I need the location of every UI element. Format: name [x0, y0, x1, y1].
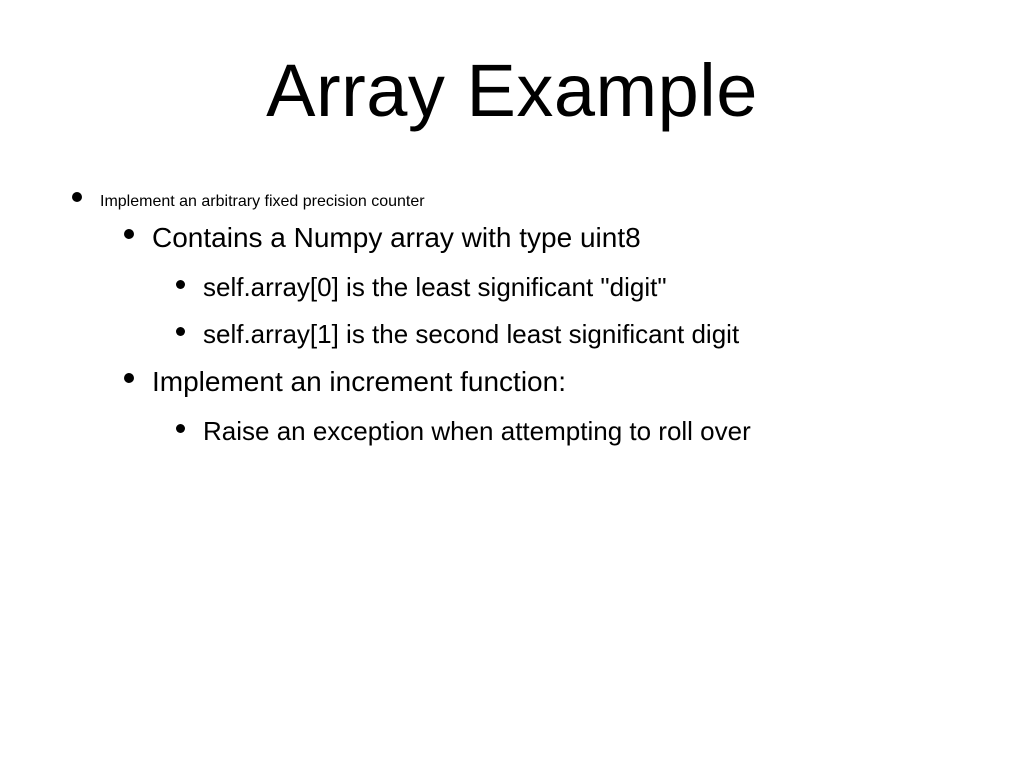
bullet-text: self.array[0] is the least significant "…	[203, 271, 667, 304]
bullet-text: Implement an increment function:	[152, 364, 566, 399]
bullet-icon	[176, 280, 185, 289]
bullet-list: Implement an arbitrary fixed precision c…	[72, 192, 964, 462]
slide: Array Example Implement an arbitrary fix…	[0, 0, 1024, 768]
bullet-icon	[124, 373, 134, 383]
slide-title: Array Example	[0, 48, 1024, 133]
bullet-icon	[124, 229, 134, 239]
list-item: Contains a Numpy array with type uint8	[124, 220, 964, 255]
bullet-icon	[176, 424, 185, 433]
list-item: self.array[0] is the least significant "…	[176, 271, 964, 304]
bullet-text: Contains a Numpy array with type uint8	[152, 220, 641, 255]
bullet-icon	[72, 192, 82, 202]
list-item: Implement an arbitrary fixed precision c…	[72, 192, 964, 448]
bullet-text: self.array[1] is the second least signif…	[203, 318, 739, 351]
list-item: Implement an increment function:	[124, 364, 964, 399]
bullet-text: Implement an arbitrary fixed precision c…	[100, 192, 425, 212]
list-item: Raise an exception when attempting to ro…	[176, 415, 964, 448]
list-item: self.array[1] is the second least signif…	[176, 318, 964, 351]
bullet-text: Raise an exception when attempting to ro…	[203, 415, 751, 448]
bullet-icon	[176, 327, 185, 336]
